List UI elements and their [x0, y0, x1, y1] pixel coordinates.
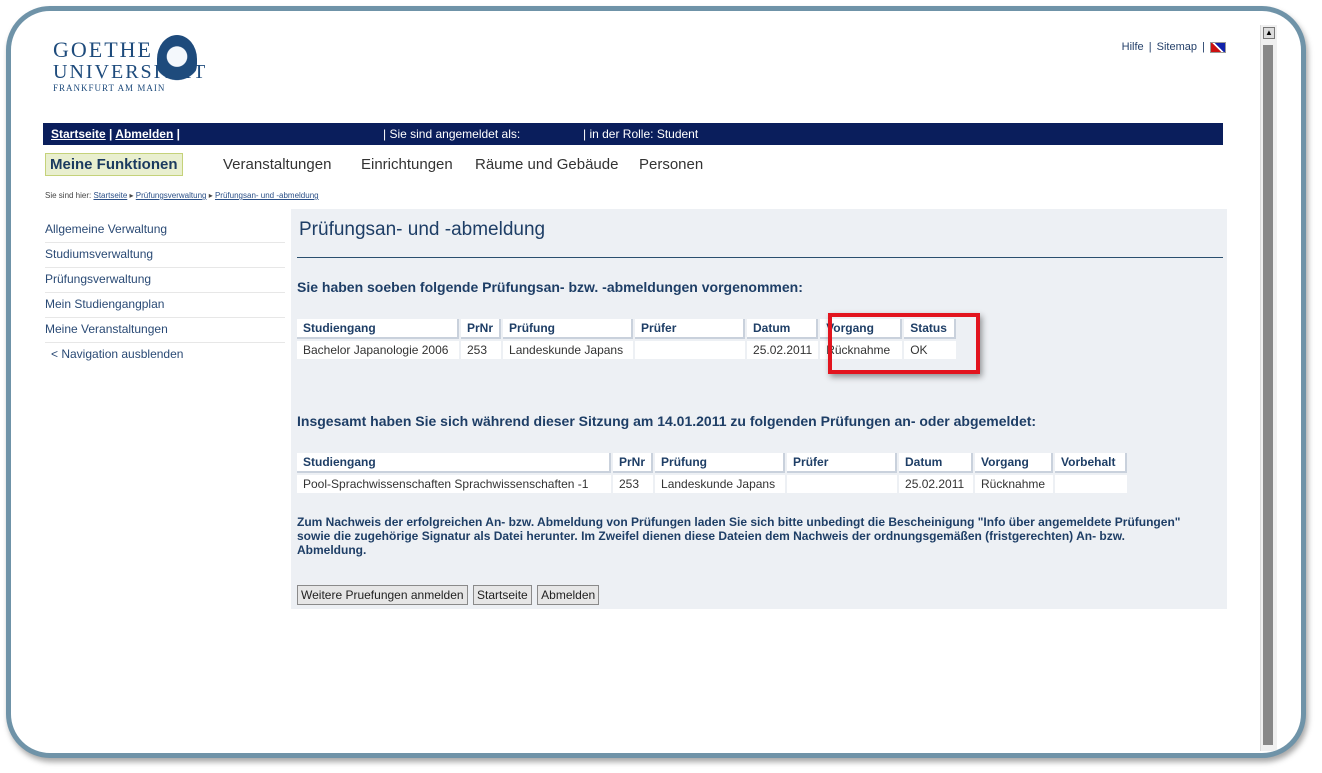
section2-heading: Insgesamt haben Sie sich während dieser …: [297, 413, 1037, 429]
highlight-box: [828, 313, 980, 374]
cell-pruefung: Landeskunde Japans: [655, 475, 786, 493]
col-studiengang: Studiengang: [297, 453, 611, 473]
more-exams-button[interactable]: Weitere Pruefungen anmelden: [297, 585, 468, 605]
col-prnr: PrNr: [461, 319, 502, 339]
sidebar-item-pruefungsverwaltung[interactable]: Prüfungsverwaltung: [45, 268, 285, 293]
uk-flag-icon[interactable]: [1210, 41, 1226, 53]
col-vorgang: Vorgang: [975, 453, 1054, 473]
proof-note: Zum Nachweis der erfolgreichen An- bzw. …: [297, 515, 1181, 557]
logged-in-as: | Sie sind angemeldet als:: [383, 127, 521, 141]
col-pruefung: Prüfung: [655, 453, 786, 473]
table-row: Pool-Sprachwissenschaften Sprachwissensc…: [297, 475, 1128, 493]
breadcrumb-current[interactable]: Prüfungsan- und -abmeldung: [215, 191, 319, 200]
table-header-row: Studiengang PrNr Prüfung Prüfer Datum Vo…: [297, 453, 1128, 473]
col-datum: Datum: [899, 453, 974, 473]
sidebar-item-allgemeine-verwaltung[interactable]: Allgemeine Verwaltung: [45, 218, 285, 243]
menu-meine-funktionen[interactable]: Meine Funktionen: [45, 153, 183, 176]
sidebar-item-veranstaltungen[interactable]: Meine Veranstaltungen: [45, 318, 285, 343]
cell-studiengang: Pool-Sprachwissenschaften Sprachwissensc…: [297, 475, 611, 493]
breadcrumb-arrow-icon: ▸: [129, 191, 134, 200]
help-link[interactable]: Hilfe: [1122, 41, 1144, 53]
goethe-portrait-icon: [157, 35, 197, 83]
home-link[interactable]: Startseite: [51, 127, 106, 141]
screenshot-frame: ▲ Hilfe | Sitemap | GOETHE UNIVERSITÄT F…: [6, 6, 1306, 758]
user-role: | in der Rolle: Student: [583, 127, 699, 141]
cell-prnr: 253: [613, 475, 654, 493]
sidebar-item-studiumsverwaltung[interactable]: Studiumsverwaltung: [45, 243, 285, 268]
breadcrumb-pruefungsverwaltung[interactable]: Prüfungsverwaltung: [136, 191, 207, 200]
breadcrumb-arrow-icon: ▸: [208, 191, 213, 200]
home-button[interactable]: Startseite: [473, 585, 532, 605]
university-logo[interactable]: GOETHE UNIVERSITÄT FRANKFURT AM MAIN: [53, 35, 207, 93]
sitemap-link[interactable]: Sitemap: [1157, 41, 1197, 53]
cell-vorgang: Rücknahme: [975, 475, 1054, 493]
separator: |: [1202, 41, 1205, 53]
col-pruefung: Prüfung: [503, 319, 634, 339]
scroll-up-icon[interactable]: ▲: [1263, 27, 1275, 39]
sidebar-item-studiengangplan[interactable]: Mein Studiengangplan: [45, 293, 285, 318]
cell-pruefer: [635, 341, 746, 359]
hide-navigation-link[interactable]: < Navigation ausblenden: [45, 343, 285, 367]
breadcrumb-home[interactable]: Startseite: [93, 191, 127, 200]
menu-einrichtungen[interactable]: Einrichtungen: [361, 156, 453, 173]
cell-datum: 25.02.2011: [747, 341, 819, 359]
user-navbar: Startseite | Abmelden | | Sie sind angem…: [43, 123, 1223, 145]
cell-datum: 25.02.2011: [899, 475, 974, 493]
col-prnr: PrNr: [613, 453, 654, 473]
menu-raeume-gebaeude[interactable]: Räume und Gebäude: [475, 156, 618, 173]
vertical-scrollbar[interactable]: ▲: [1260, 25, 1277, 751]
action-buttons: Weitere Pruefungen anmelden Startseite A…: [297, 585, 600, 605]
cell-pruefung: Landeskunde Japans: [503, 341, 634, 359]
breadcrumb-prefix: Sie sind hier:: [45, 191, 92, 200]
col-pruefer: Prüfer: [787, 453, 898, 473]
col-studiengang: Studiengang: [297, 319, 459, 339]
menu-veranstaltungen[interactable]: Veranstaltungen: [223, 156, 331, 173]
sidebar: Allgemeine Verwaltung Studiumsverwaltung…: [45, 218, 285, 367]
session-table: Studiengang PrNr Prüfung Prüfer Datum Vo…: [295, 451, 1129, 495]
logo-line3: FRANKFURT AM MAIN: [53, 83, 166, 93]
separator: |: [176, 127, 181, 141]
cell-vorbehalt: [1055, 475, 1128, 493]
cell-studiengang: Bachelor Japanologie 2006: [297, 341, 459, 359]
cell-pruefer: [787, 475, 898, 493]
title-divider: [297, 257, 1223, 258]
scroll-thumb[interactable]: [1263, 45, 1273, 745]
section1-heading: Sie haben soeben folgende Prüfungsan- bz…: [297, 279, 803, 295]
menu-personen[interactable]: Personen: [639, 156, 703, 173]
page-title: Prüfungsan- und -abmeldung: [299, 219, 546, 240]
breadcrumb: Sie sind hier: Startseite ▸ Prüfungsverw…: [45, 191, 319, 200]
col-vorbehalt: Vorbehalt: [1055, 453, 1128, 473]
col-pruefer: Prüfer: [635, 319, 746, 339]
cell-prnr: 253: [461, 341, 502, 359]
separator: |: [1148, 41, 1152, 53]
main-content: Prüfungsan- und -abmeldung Sie haben soe…: [291, 209, 1227, 609]
top-links: Hilfe | Sitemap |: [1121, 41, 1227, 53]
logout-button[interactable]: Abmelden: [537, 585, 600, 605]
logout-link[interactable]: Abmelden: [115, 127, 173, 141]
navbar-left: Startseite | Abmelden |: [51, 123, 180, 145]
col-datum: Datum: [747, 319, 819, 339]
separator: |: [109, 127, 113, 141]
